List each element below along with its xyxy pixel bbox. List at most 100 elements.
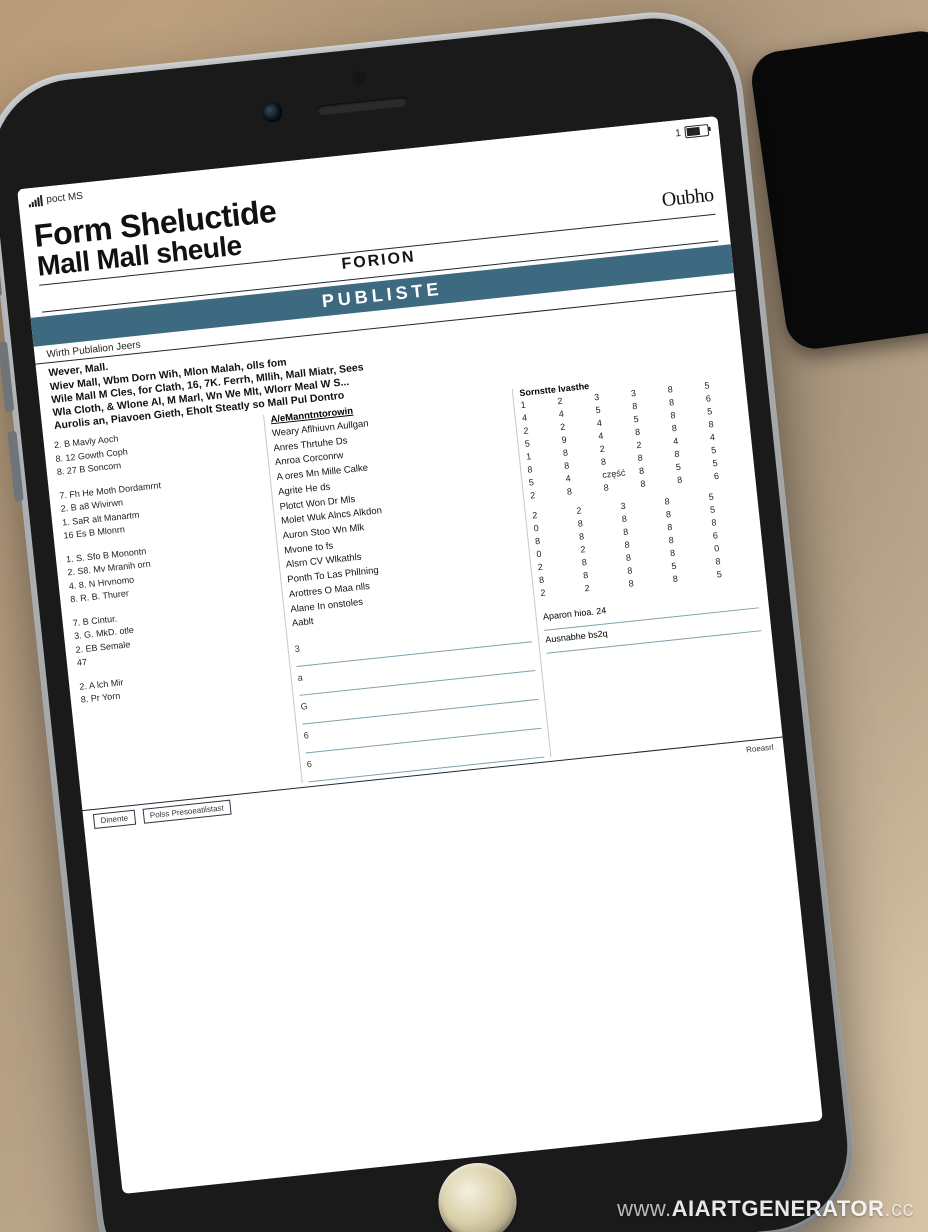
watermark-mid: AIARTGENERATOR: [672, 1196, 885, 1221]
number-grid-2: 22385088858888802886288808885822885: [532, 488, 756, 598]
grid-cell: 1: [520, 397, 552, 410]
status-right: 1: [675, 124, 710, 139]
grid-cell: 4: [522, 410, 554, 423]
grid-cell: 8: [621, 510, 660, 524]
grid-cell: 3: [630, 385, 662, 398]
grid-cell: 5: [707, 403, 739, 416]
grid-cell: 4: [565, 471, 597, 484]
footer-box-1: Dinente: [93, 810, 136, 829]
grid-cell: 8: [583, 567, 622, 581]
grid-cell: 6: [713, 468, 745, 481]
right-column: Sornstte lvasthe 12338544588622458559488…: [519, 366, 772, 757]
grid-cell: 8: [534, 532, 573, 546]
grid-cell: 4: [596, 415, 628, 428]
screen: poct MS 1 Form Sheluctide Mall Mall sheu…: [17, 116, 823, 1194]
grid-cell: 8: [632, 398, 664, 411]
grid-cell: 2: [576, 502, 615, 516]
grid-cell: 0: [714, 540, 753, 554]
grid-cell: 8: [640, 476, 672, 489]
grid-cell: 8: [564, 458, 596, 471]
grid-cell: 8: [639, 463, 671, 476]
grid-cell: 4: [709, 429, 741, 442]
grid-cell: 8: [665, 506, 704, 520]
grid-cell: 8: [711, 514, 750, 528]
grid-cell: 8: [715, 553, 754, 567]
grid-cell: 2: [636, 437, 668, 450]
footer-box-2: Polss Presoeatilstast: [142, 800, 231, 824]
earpiece-speaker: [317, 96, 408, 115]
grid-cell: 2: [540, 584, 579, 598]
grid-cell: 8: [579, 528, 618, 542]
grid-cell: 9: [561, 432, 593, 445]
front-camera: [261, 101, 283, 123]
grid-cell: 5: [712, 455, 744, 468]
status-right-label: 1: [675, 127, 682, 139]
carrier-label: poct MS: [46, 190, 84, 205]
grid-cell: 0: [533, 519, 572, 533]
mid-list: Weary Aflhiuvn AullganAnres Thrtuhe DsAn…: [271, 403, 529, 633]
grid-cell: 5: [595, 402, 627, 415]
status-left: poct MS: [28, 190, 84, 207]
mid-blank-lines: 3aG66: [294, 613, 545, 782]
grid-cell: 8: [625, 549, 664, 563]
grid-cell: 5: [708, 488, 747, 502]
grid-cell: 8: [637, 450, 669, 463]
watermark-suffix: .cc: [884, 1196, 914, 1221]
grid-cell: 2: [523, 423, 555, 436]
grid-cell: 2: [537, 558, 576, 572]
home-button[interactable]: [435, 1159, 521, 1232]
grid-cell: 5: [524, 436, 556, 449]
grid-cell: 8: [667, 381, 699, 394]
grid-cell: 5: [704, 378, 736, 391]
grid-cell: 8: [670, 407, 702, 420]
proximity-sensor: [352, 70, 367, 85]
grid-cell: 8: [562, 445, 594, 458]
grid-cell: 8: [624, 536, 663, 550]
columns: 2. B Mavly Aoch8. 12 Gowth Coph8. 27 B S…: [43, 365, 782, 807]
grid-cell: 5: [710, 501, 749, 515]
grid-cell: 3: [594, 389, 626, 402]
grid-cell: 8: [708, 416, 740, 429]
grid-cell: 8: [677, 472, 709, 485]
left-group: 7. B Cintur.3. G. MkD. otle2. EB Semale4…: [72, 595, 281, 670]
grid-cell: 2: [557, 393, 589, 406]
grid-cell: 5: [528, 474, 560, 487]
grid-cell: 6: [712, 527, 751, 541]
watermark: www.AIARTGENERATOR.cc: [617, 1196, 914, 1222]
grid-cell: 6: [705, 391, 737, 404]
grid-cell: 2: [530, 487, 562, 500]
grid-cell: 8: [667, 518, 706, 532]
grid-cell: 8: [581, 554, 620, 568]
grid-cell: 8: [566, 484, 598, 497]
scene: poct MS 1 Form Sheluctide Mall Mall sheu…: [0, 0, 928, 1232]
phone-device: poct MS 1 Form Sheluctide Mall Mall sheu…: [0, 4, 862, 1232]
mute-switch[interactable]: [0, 262, 2, 297]
grid-cell: 8: [623, 523, 662, 537]
grid-cell: 5: [671, 557, 710, 571]
grid-cell: 8: [577, 515, 616, 529]
grid-cell: 5: [716, 566, 755, 580]
watermark-prefix: www.: [617, 1196, 672, 1221]
left-column: 2. B Mavly Aoch8. 12 Gowth Coph8. 27 B S…: [53, 416, 296, 805]
grid-cell: 4: [598, 428, 630, 441]
battery-icon: [684, 124, 709, 138]
grid-cell: 8: [669, 394, 701, 407]
subtitle: FORION: [341, 249, 417, 275]
grid-cell: 0: [536, 545, 575, 559]
right-bottom: Aparon hioa. 24 Ausnabhe bs2q: [542, 585, 761, 653]
grid-cell: 8: [603, 480, 635, 493]
grid-cell: 2: [584, 579, 623, 593]
signal-icon: [28, 195, 43, 207]
grid-cell: 8: [674, 446, 706, 459]
grid-cell: 2: [532, 507, 571, 521]
grid-cell: 8: [635, 424, 667, 437]
grid-cell: 3: [620, 497, 659, 511]
grid-cell: 5: [675, 459, 707, 472]
grid-cell: 8: [600, 454, 632, 467]
grid-cell: 5: [711, 442, 743, 455]
grid-cell: 8: [628, 575, 667, 589]
number-grid-1: 12338544588622458559488818224488888554cz…: [520, 378, 745, 501]
left-group: 7. Fh He Moth Dordamrnt2. B a8 Wivirwn1.…: [59, 468, 268, 543]
signature: Oubho: [661, 185, 715, 211]
grid-cell: 2: [580, 541, 619, 555]
